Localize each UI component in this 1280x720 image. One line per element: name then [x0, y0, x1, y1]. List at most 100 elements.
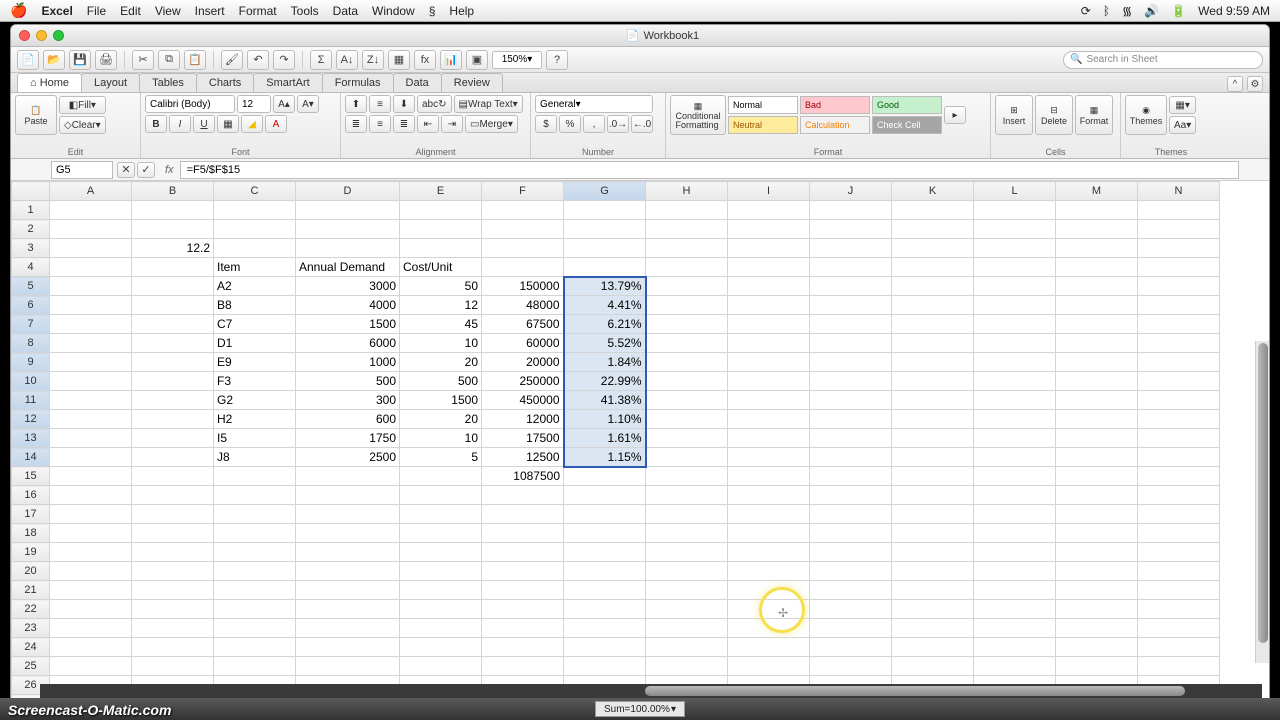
cell-C9[interactable]: E9	[214, 353, 296, 372]
cell-A1[interactable]	[50, 201, 132, 220]
style-normal[interactable]: Normal	[728, 96, 798, 114]
cell-K17[interactable]	[892, 505, 974, 524]
format-painter-button[interactable]: 🖌	[221, 50, 243, 70]
close-icon[interactable]	[19, 30, 30, 41]
tab-formulas[interactable]: Formulas	[322, 73, 394, 92]
cell-E18[interactable]	[400, 524, 482, 543]
menu-help[interactable]: Help	[449, 4, 474, 18]
collapse-ribbon-button[interactable]: ^	[1227, 76, 1243, 92]
align-right-button[interactable]: ≣	[393, 115, 415, 133]
cell-E19[interactable]	[400, 543, 482, 562]
menu-view[interactable]: View	[155, 4, 181, 18]
fontsize-select[interactable]: 12	[237, 95, 271, 113]
cell-H23[interactable]	[646, 619, 728, 638]
cell-D17[interactable]	[296, 505, 400, 524]
insert-cells-button[interactable]: ⊞Insert	[995, 95, 1033, 135]
cell-M14[interactable]	[1056, 448, 1138, 467]
cell-F1[interactable]	[482, 201, 564, 220]
col-header-B[interactable]: B	[132, 182, 214, 201]
cell-M16[interactable]	[1056, 486, 1138, 505]
cell-C14[interactable]: J8	[214, 448, 296, 467]
cell-F24[interactable]	[482, 638, 564, 657]
cell-K4[interactable]	[892, 258, 974, 277]
cell-K3[interactable]	[892, 239, 974, 258]
cell-F18[interactable]	[482, 524, 564, 543]
cell-G23[interactable]	[564, 619, 646, 638]
cell-D21[interactable]	[296, 581, 400, 600]
cell-L8[interactable]	[974, 334, 1056, 353]
formula-input[interactable]: =F5/$F$15	[180, 161, 1239, 179]
cell-F5[interactable]: 150000	[482, 277, 564, 296]
cell-I8[interactable]	[728, 334, 810, 353]
indent-button[interactable]: ⇥	[441, 115, 463, 133]
cell-D18[interactable]	[296, 524, 400, 543]
cell-E15[interactable]	[400, 467, 482, 486]
format-cells-button[interactable]: ▦Format	[1075, 95, 1113, 135]
cell-A11[interactable]	[50, 391, 132, 410]
underline-button[interactable]: U	[193, 115, 215, 133]
cell-L25[interactable]	[974, 657, 1056, 676]
col-header-D[interactable]: D	[296, 182, 400, 201]
theme-fonts-button[interactable]: Aa▾	[1169, 116, 1196, 134]
cell-F19[interactable]	[482, 543, 564, 562]
cell-F23[interactable]	[482, 619, 564, 638]
cell-K14[interactable]	[892, 448, 974, 467]
cell-G25[interactable]	[564, 657, 646, 676]
cell-N5[interactable]	[1138, 277, 1220, 296]
conditional-formatting-button[interactable]: ▦Conditional Formatting	[670, 95, 726, 135]
cell-A24[interactable]	[50, 638, 132, 657]
cell-F4[interactable]	[482, 258, 564, 277]
filter-button[interactable]: ▦	[388, 50, 410, 70]
currency-button[interactable]: $	[535, 115, 557, 133]
row-header-4[interactable]: 4	[12, 258, 50, 277]
cell-K8[interactable]	[892, 334, 974, 353]
zoom-select[interactable]: 150% ▾	[492, 51, 542, 69]
cell-M5[interactable]	[1056, 277, 1138, 296]
cell-J13[interactable]	[810, 429, 892, 448]
cell-B24[interactable]	[132, 638, 214, 657]
cell-G18[interactable]	[564, 524, 646, 543]
cell-H10[interactable]	[646, 372, 728, 391]
copy-button[interactable]: ⧉	[158, 50, 180, 70]
cell-C18[interactable]	[214, 524, 296, 543]
cell-E16[interactable]	[400, 486, 482, 505]
cell-H24[interactable]	[646, 638, 728, 657]
tab-home[interactable]: ⌂ Home	[17, 73, 82, 92]
cell-E2[interactable]	[400, 220, 482, 239]
cell-I14[interactable]	[728, 448, 810, 467]
cell-M19[interactable]	[1056, 543, 1138, 562]
cell-F6[interactable]: 48000	[482, 296, 564, 315]
cell-B2[interactable]	[132, 220, 214, 239]
cell-L22[interactable]	[974, 600, 1056, 619]
cell-H11[interactable]	[646, 391, 728, 410]
cell-F25[interactable]	[482, 657, 564, 676]
cell-E20[interactable]	[400, 562, 482, 581]
styles-more-button[interactable]: ▸	[944, 106, 966, 124]
fx-button[interactable]: fx	[414, 50, 436, 70]
row-header-9[interactable]: 9	[12, 353, 50, 372]
save-button[interactable]: 💾	[69, 50, 91, 70]
col-header-F[interactable]: F	[482, 182, 564, 201]
cell-L11[interactable]	[974, 391, 1056, 410]
cell-I18[interactable]	[728, 524, 810, 543]
cell-N12[interactable]	[1138, 410, 1220, 429]
cell-G4[interactable]	[564, 258, 646, 277]
cell-A2[interactable]	[50, 220, 132, 239]
row-header-8[interactable]: 8	[12, 334, 50, 353]
cell-I25[interactable]	[728, 657, 810, 676]
cell-A21[interactable]	[50, 581, 132, 600]
cell-A14[interactable]	[50, 448, 132, 467]
cell-G5[interactable]: 13.79%	[564, 277, 646, 296]
script-icon[interactable]: §	[429, 4, 436, 18]
cell-N19[interactable]	[1138, 543, 1220, 562]
cell-C21[interactable]	[214, 581, 296, 600]
name-box[interactable]: G5	[51, 161, 113, 179]
cell-A23[interactable]	[50, 619, 132, 638]
cell-N17[interactable]	[1138, 505, 1220, 524]
cell-G6[interactable]: 4.41%	[564, 296, 646, 315]
cell-L19[interactable]	[974, 543, 1056, 562]
cell-E11[interactable]: 1500	[400, 391, 482, 410]
cell-K18[interactable]	[892, 524, 974, 543]
cell-L13[interactable]	[974, 429, 1056, 448]
cell-E6[interactable]: 12	[400, 296, 482, 315]
